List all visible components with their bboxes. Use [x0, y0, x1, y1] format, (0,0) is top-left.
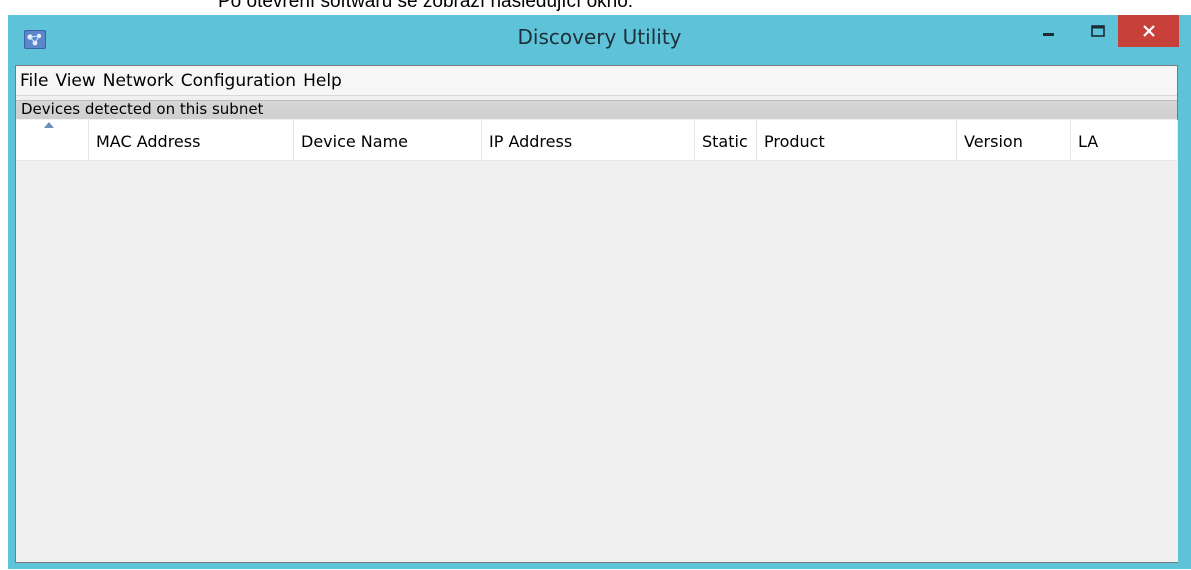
maximize-button[interactable]	[1083, 15, 1113, 47]
column-header-la[interactable]: LA	[1071, 120, 1178, 160]
column-label-version: Version	[964, 132, 1023, 151]
column-header-static[interactable]: Static	[695, 120, 757, 160]
column-header-sort[interactable]	[16, 120, 89, 160]
close-button[interactable]	[1118, 15, 1179, 47]
menu-bar: File View Network Configuration Help	[16, 66, 1177, 96]
menu-file[interactable]: File	[16, 67, 51, 95]
discovery-utility-window: Discovery Utility File View Network Conf…	[8, 15, 1191, 569]
sort-ascending-icon	[44, 122, 54, 128]
column-header-ip-address[interactable]: IP Address	[482, 120, 695, 160]
minimize-button[interactable]	[1034, 15, 1064, 47]
column-header-product[interactable]: Product	[757, 120, 957, 160]
devices-group-header[interactable]: Devices detected on this subnet	[16, 100, 1177, 119]
column-header-version[interactable]: Version	[957, 120, 1071, 160]
close-icon	[1142, 25, 1155, 37]
menu-configuration[interactable]: Configuration	[177, 67, 299, 95]
menu-network[interactable]: Network	[99, 67, 177, 95]
menu-help[interactable]: Help	[299, 67, 345, 95]
column-label-la: LA	[1078, 132, 1099, 151]
column-label-ip-address: IP Address	[489, 132, 573, 151]
menu-view[interactable]: View	[51, 67, 98, 95]
document-caption: Po otevření softwaru se zobrazí následuj…	[218, 0, 634, 12]
column-header-row: MAC Address Device Name IP Address Stati…	[16, 120, 1178, 161]
column-label-device-name: Device Name	[301, 132, 409, 151]
device-list[interactable]: MAC Address Device Name IP Address Stati…	[16, 120, 1178, 562]
column-label-product: Product	[764, 132, 825, 151]
column-header-device-name[interactable]: Device Name	[294, 120, 482, 160]
devices-group-label: Devices detected on this subnet	[21, 100, 264, 118]
window-title: Discovery Utility	[517, 25, 682, 49]
column-header-mac-address[interactable]: MAC Address	[89, 120, 294, 160]
minimize-icon	[1043, 33, 1054, 36]
title-bar[interactable]: Discovery Utility	[8, 15, 1191, 65]
maximize-icon	[1091, 25, 1105, 37]
client-area: File View Network Configuration Help Dev…	[15, 65, 1178, 563]
column-label-static: Static	[702, 132, 748, 151]
column-label-mac-address: MAC Address	[96, 132, 201, 151]
